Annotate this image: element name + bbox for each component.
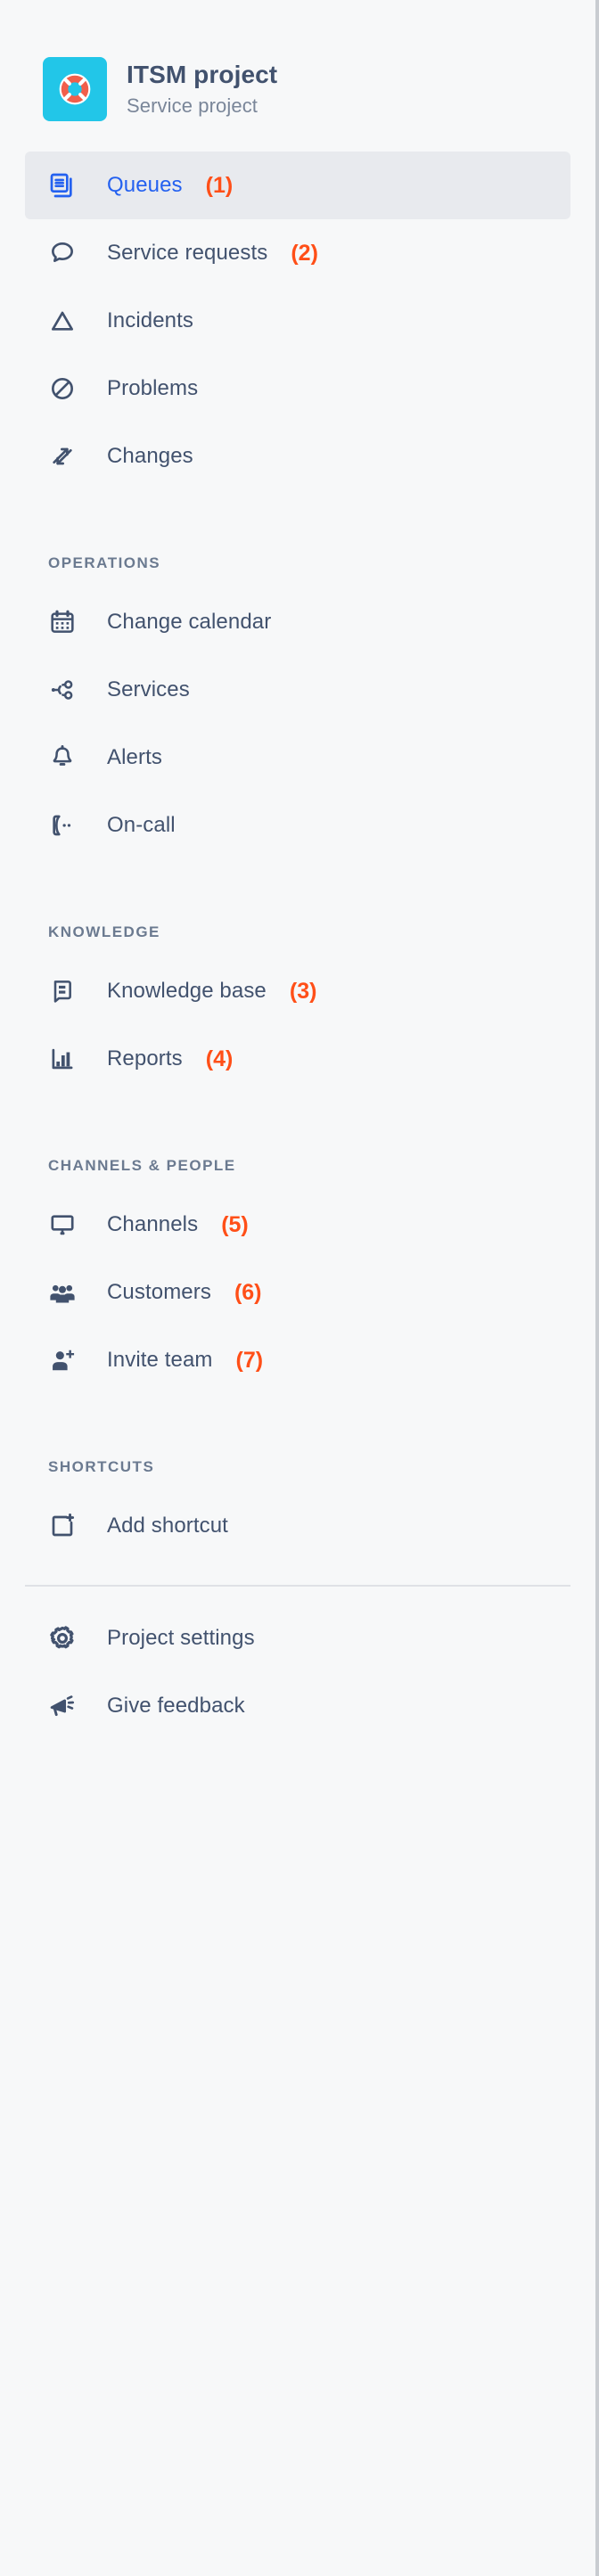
sidebar-item-services[interactable]: Services bbox=[25, 656, 570, 724]
warning-triangle-icon bbox=[48, 307, 87, 335]
sidebar-item-changes[interactable]: Changes bbox=[25, 422, 570, 490]
person-add-icon bbox=[48, 1346, 87, 1374]
sidebar-item-invite-team[interactable]: Invite team (7) bbox=[25, 1326, 570, 1394]
sidebar-item-label: Customers bbox=[107, 1280, 211, 1304]
project-subtitle: Service project bbox=[127, 94, 258, 117]
sidebar-item-label: Project settings bbox=[107, 1626, 255, 1650]
chat-bubble-icon bbox=[48, 239, 87, 267]
project-title: ITSM project bbox=[127, 61, 278, 88]
sidebar-item-label: Problems bbox=[107, 376, 199, 400]
project-sidebar: ITSM project Service project Queues (1) … bbox=[0, 0, 599, 2576]
sidebar-item-incidents[interactable]: Incidents bbox=[25, 287, 570, 355]
sidebar-item-label: Invite team bbox=[107, 1348, 213, 1372]
people-group-icon bbox=[48, 1278, 87, 1307]
sidebar-item-add-shortcut[interactable]: Add shortcut bbox=[25, 1492, 570, 1560]
gear-icon bbox=[48, 1624, 87, 1653]
sidebar-item-on-call[interactable]: On-call bbox=[25, 792, 570, 859]
sidebar-item-label: Incidents bbox=[107, 308, 193, 332]
sidebar-item-alerts[interactable]: Alerts bbox=[25, 724, 570, 792]
annotation-marker-7: (7) bbox=[235, 1347, 264, 1373]
calendar-icon bbox=[48, 608, 87, 636]
section-heading-knowledge: KNOWLEDGE bbox=[48, 923, 160, 940]
sidebar-item-change-calendar[interactable]: Change calendar bbox=[25, 588, 570, 656]
section-heading-shortcuts: SHORTCUTS bbox=[48, 1458, 155, 1475]
sidebar-item-label: Change calendar bbox=[107, 610, 272, 634]
bell-icon bbox=[48, 743, 87, 772]
annotation-marker-1: (1) bbox=[205, 172, 234, 198]
project-avatar bbox=[43, 57, 107, 121]
section-heading-operations: OPERATIONS bbox=[48, 554, 161, 571]
annotation-marker-3: (3) bbox=[289, 978, 317, 1004]
book-icon bbox=[48, 977, 87, 1005]
sidebar-item-label: On-call bbox=[107, 813, 176, 837]
annotation-marker-2: (2) bbox=[291, 240, 318, 266]
project-header[interactable]: ITSM project Service project bbox=[0, 0, 595, 152]
queues-icon bbox=[48, 171, 87, 200]
phone-ring-icon bbox=[48, 811, 87, 840]
sidebar-item-label: Service requests bbox=[107, 241, 268, 265]
sidebar-item-label: Services bbox=[107, 677, 190, 701]
sidebar-item-label: Add shortcut bbox=[107, 1514, 228, 1538]
annotation-marker-6: (6) bbox=[234, 1279, 262, 1305]
megaphone-icon bbox=[48, 1692, 87, 1720]
sidebar-item-label: Changes bbox=[107, 444, 193, 468]
sidebar-item-project-settings[interactable]: Project settings bbox=[25, 1604, 570, 1672]
sidebar-item-label: Channels bbox=[107, 1212, 199, 1236]
annotation-marker-5: (5) bbox=[221, 1211, 249, 1237]
sidebar-item-queues[interactable]: Queues (1) bbox=[25, 152, 570, 219]
sidebar-item-reports[interactable]: Reports (4) bbox=[25, 1025, 570, 1093]
sidebar-item-label: Reports bbox=[107, 1046, 183, 1071]
bar-chart-icon bbox=[48, 1045, 87, 1073]
sidebar-item-knowledge-base[interactable]: Knowledge base (3) bbox=[25, 957, 570, 1025]
lifebuoy-icon bbox=[59, 73, 91, 105]
footer-divider bbox=[25, 1585, 570, 1587]
sidebar-item-label: Alerts bbox=[107, 745, 162, 769]
node-branch-icon bbox=[48, 676, 87, 704]
project-meta: ITSM project Service project bbox=[127, 61, 277, 118]
circle-slash-icon bbox=[48, 374, 87, 403]
sidebar-item-label: Queues bbox=[107, 173, 183, 197]
sidebar-item-problems[interactable]: Problems bbox=[25, 355, 570, 422]
sidebar-item-give-feedback[interactable]: Give feedback bbox=[25, 1672, 570, 1740]
sidebar-item-label: Knowledge base bbox=[107, 979, 267, 1003]
sidebar-item-channels[interactable]: Channels (5) bbox=[25, 1191, 570, 1259]
sidebar-item-service-requests[interactable]: Service requests (2) bbox=[25, 219, 570, 287]
sidebar-item-label: Give feedback bbox=[107, 1694, 245, 1718]
sidebar-item-customers[interactable]: Customers (6) bbox=[25, 1259, 570, 1326]
arrows-swap-icon bbox=[48, 442, 87, 471]
section-heading-channels-people: CHANNELS & PEOPLE bbox=[48, 1157, 236, 1174]
annotation-marker-4: (4) bbox=[205, 1046, 234, 1071]
add-shortcut-icon bbox=[48, 1512, 87, 1540]
monitor-icon bbox=[48, 1210, 87, 1239]
